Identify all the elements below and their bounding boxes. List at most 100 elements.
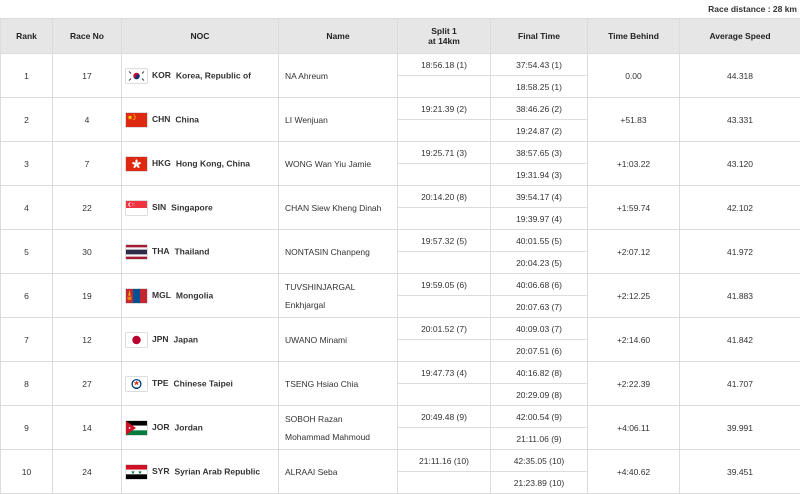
noc-cell: JOR Jordan [121, 405, 279, 450]
avg-speed-cell: 41.883 [679, 273, 800, 318]
split-cell: 19:47.73 (4) [397, 361, 491, 384]
header-split-line1: Split 1 [431, 26, 457, 36]
lap-time-cell: 21:23.89 (10) [490, 471, 588, 494]
noc-code: KOR [152, 69, 171, 80]
noc-country-name: Chinese Taipei [173, 377, 233, 388]
table-row: 9 14 JOR Jordan SOBOH Razan Mohammad Mahmo… [0, 405, 800, 450]
athlete-name-line1: TUVSHINJARGAL [285, 281, 356, 292]
table-row: 2 4 CHN China LI Wenjuan 19:21.39 (2) 38:… [0, 97, 800, 142]
table-row: 8 27 TPE Chinese Taipei TSENG Hsiao Chia … [0, 361, 800, 406]
noc-country-name: Mongolia [175, 289, 214, 300]
kor-flag-icon [126, 68, 147, 83]
avg-speed-cell: 39.451 [679, 449, 800, 494]
time-behind-cell: +2:14.60 [587, 317, 680, 362]
table-row: 7 12 JPN Japan UWANO Minami 20:01.52 (7) … [0, 317, 800, 362]
noc-cell: CHN China [121, 97, 279, 142]
rank-cell: 7 [0, 317, 53, 362]
athlete-name-line1: UWANO Minami [285, 334, 348, 345]
avg-speed-cell: 41.972 [679, 229, 800, 274]
rank-cell: 8 [0, 361, 53, 406]
lap-time-cell: 20:29.09 (8) [490, 383, 588, 406]
race-no-cell: 7 [52, 141, 122, 186]
athlete-name-line1: WONG Wan Yiu Jamie [285, 158, 372, 169]
noc-code: MGL [152, 289, 171, 300]
split-cell: 20:14.20 (8) [397, 185, 491, 208]
rank-cell: 1 [0, 53, 53, 98]
split-empty-cell [397, 207, 491, 230]
hkg-flag-icon [126, 156, 147, 171]
race-no-cell: 12 [52, 317, 122, 362]
avg-speed-cell: 42.102 [679, 185, 800, 230]
race-no-cell: 4 [52, 97, 122, 142]
noc-country-name: Japan [173, 333, 199, 344]
split-cell: 18:56.18 (1) [397, 53, 491, 76]
rank-cell: 5 [0, 229, 53, 274]
lap-time-cell: 19:24.87 (2) [490, 119, 588, 142]
table-row: 6 19 MGL Mongolia TUVSHINJARGAL Enkhjargal… [0, 273, 800, 318]
noc-country-name: China [175, 113, 200, 124]
header-name[interactable]: Name [278, 18, 398, 54]
split-empty-cell [397, 383, 491, 406]
lap-time-cell: 20:04.23 (5) [490, 251, 588, 274]
athlete-name-cell: CHAN Siew Kheng Dinah [278, 185, 398, 230]
split-empty-cell [397, 295, 491, 318]
race-no-cell: 27 [52, 361, 122, 406]
time-behind-cell: +2:07.12 [587, 229, 680, 274]
noc-code: SIN [152, 201, 167, 212]
athlete-name-line2: Mohammad Mahmoud [285, 431, 371, 442]
tpe-flag-icon [126, 376, 147, 391]
avg-speed-cell: 43.120 [679, 141, 800, 186]
noc-country-name: Singapore [171, 201, 213, 212]
header-noc[interactable]: NOC [121, 18, 279, 54]
race-no-cell: 19 [52, 273, 122, 318]
results-body: 1 17 KOR Korea, Republic of NA Ahreum 18:… [0, 53, 800, 494]
split-cell: 19:25.71 (3) [397, 141, 491, 164]
header-avg-speed[interactable]: Average Speed [679, 18, 800, 54]
time-behind-cell: +51.83 [587, 97, 680, 142]
header-split[interactable]: Split 1 at 14km [397, 18, 491, 54]
final-time-cell: 39:54.17 (4) [490, 185, 588, 208]
athlete-name-line1: ALRAAI Seba [285, 466, 338, 477]
athlete-name-cell: UWANO Minami [278, 317, 398, 362]
table-row: 5 30 THA Thailand NONTASIN Chanpeng 19:57… [0, 229, 800, 274]
header-final-time[interactable]: Final Time [490, 18, 588, 54]
lap-time-cell: 21:11.06 (9) [490, 427, 588, 450]
race-no-cell: 17 [52, 53, 122, 98]
header-rank[interactable]: Rank [0, 18, 53, 54]
time-behind-cell: +1:59.74 [587, 185, 680, 230]
split-empty-cell [397, 471, 491, 494]
split-cell: 20:49.48 (9) [397, 405, 491, 428]
athlete-name-line1: NA Ahreum [285, 70, 328, 81]
chn-flag-icon [126, 112, 147, 127]
tha-flag-icon [126, 244, 147, 259]
athlete-name-cell: TUVSHINJARGAL Enkhjargal [278, 273, 398, 318]
lap-time-cell: 18:58.25 (1) [490, 75, 588, 98]
header-race-no[interactable]: Race No [52, 18, 122, 54]
split-empty-cell [397, 75, 491, 98]
noc-country-name: Syrian Arab Republic [174, 465, 261, 476]
time-behind-cell: +2:12.25 [587, 273, 680, 318]
noc-code: SYR [152, 465, 170, 476]
noc-cell: TPE Chinese Taipei [121, 361, 279, 406]
rank-cell: 2 [0, 97, 53, 142]
avg-speed-cell: 41.842 [679, 317, 800, 362]
table-row: 1 17 KOR Korea, Republic of NA Ahreum 18:… [0, 53, 800, 98]
race-no-cell: 14 [52, 405, 122, 450]
rank-cell: 4 [0, 185, 53, 230]
noc-cell: SYR Syrian Arab Republic [121, 449, 279, 494]
noc-cell: SIN Singapore [121, 185, 279, 230]
noc-code: HKG [152, 157, 171, 168]
rank-cell: 9 [0, 405, 53, 450]
noc-code: THA [152, 245, 170, 256]
time-behind-cell: +1:03.22 [587, 141, 680, 186]
athlete-name-cell: TSENG Hsiao Chia [278, 361, 398, 406]
time-behind-cell: +2:22.39 [587, 361, 680, 406]
athlete-name-line1: LI Wenjuan [285, 114, 328, 125]
jor-flag-icon [126, 420, 147, 435]
time-behind-cell: +4:40.62 [587, 449, 680, 494]
sin-flag-icon [126, 200, 147, 215]
final-time-cell: 38:57.65 (3) [490, 141, 588, 164]
athlete-name-line2: Enkhjargal [285, 299, 326, 310]
split-empty-cell [397, 339, 491, 362]
header-time-behind[interactable]: Time Behind [587, 18, 680, 54]
